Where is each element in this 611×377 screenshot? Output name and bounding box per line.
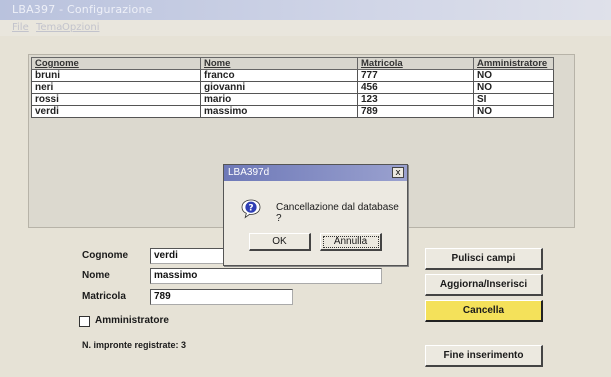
svg-text:?: ? bbox=[248, 203, 253, 213]
cell-amministratore[interactable]: NO bbox=[473, 69, 554, 82]
table-header-row: Cognome Nome Matricola Amministratore bbox=[31, 57, 554, 70]
window-title: LBA397 - Configurazione bbox=[12, 3, 153, 16]
aggiorna-inserisci-button[interactable]: Aggiorna/Inserisci bbox=[425, 274, 543, 296]
cell-cognome[interactable]: verdi bbox=[31, 105, 201, 118]
main-window: LBA397 - Configurazione File Tema Opzion… bbox=[0, 0, 611, 377]
column-header-cognome[interactable]: Cognome bbox=[31, 57, 201, 70]
question-icon: ? bbox=[241, 199, 261, 219]
amministratore-checkbox[interactable] bbox=[79, 316, 90, 327]
pulisci-campi-button[interactable]: Pulisci campi bbox=[425, 248, 543, 270]
confirm-dialog: LBA397d x ? Cancellazione dal database ?… bbox=[223, 164, 408, 266]
dialog-message: Cancellazione dal database ? bbox=[276, 202, 399, 224]
table-row[interactable]: neri giovanni 456 NO bbox=[31, 81, 554, 94]
column-header-matricola[interactable]: Matricola bbox=[357, 57, 474, 70]
column-header-nome[interactable]: Nome bbox=[200, 57, 358, 70]
dialog-title: LBA397d bbox=[228, 167, 270, 178]
menu-tema[interactable]: Tema bbox=[36, 22, 62, 33]
window-titlebar[interactable]: LBA397 - Configurazione bbox=[0, 0, 611, 20]
cell-matricola[interactable]: 789 bbox=[357, 105, 474, 118]
matricola-field[interactable]: 789 bbox=[150, 289, 293, 305]
cognome-field[interactable]: verdi bbox=[150, 248, 228, 264]
dialog-ok-button[interactable]: OK bbox=[249, 233, 311, 251]
table-row[interactable]: rossi mario 123 SI bbox=[31, 93, 554, 106]
fine-inserimento-button[interactable]: Fine inserimento bbox=[425, 345, 543, 367]
dialog-titlebar[interactable]: LBA397d x bbox=[224, 165, 407, 181]
cell-matricola[interactable]: 777 bbox=[357, 69, 474, 82]
cell-matricola[interactable]: 456 bbox=[357, 81, 474, 94]
table-row[interactable]: verdi massimo 789 NO bbox=[31, 105, 554, 118]
column-header-amministratore[interactable]: Amministratore bbox=[473, 57, 554, 70]
cell-amministratore[interactable]: NO bbox=[473, 81, 554, 94]
cell-nome[interactable]: giovanni bbox=[200, 81, 358, 94]
cell-nome[interactable]: mario bbox=[200, 93, 358, 106]
cell-cognome[interactable]: bruni bbox=[31, 69, 201, 82]
close-icon[interactable]: x bbox=[392, 167, 404, 178]
dialog-cancel-button[interactable]: Annulla bbox=[320, 233, 382, 251]
impronte-count: 3 bbox=[181, 340, 187, 350]
menu-bar: File Tema Opzioni bbox=[0, 20, 611, 36]
cognome-label: Cognome bbox=[82, 250, 129, 261]
menu-opzioni[interactable]: Opzioni bbox=[62, 22, 99, 33]
cell-amministratore[interactable]: SI bbox=[473, 93, 554, 106]
cell-nome[interactable]: massimo bbox=[200, 105, 358, 118]
users-table: Cognome Nome Matricola Amministratore br… bbox=[31, 57, 554, 118]
nome-label: Nome bbox=[82, 270, 110, 281]
cell-cognome[interactable]: rossi bbox=[31, 93, 201, 106]
menu-file[interactable]: File bbox=[12, 22, 29, 33]
cell-nome[interactable]: franco bbox=[200, 69, 358, 82]
matricola-label: Matricola bbox=[82, 291, 126, 302]
table-row[interactable]: bruni franco 777 NO bbox=[31, 69, 554, 82]
cell-matricola[interactable]: 123 bbox=[357, 93, 474, 106]
nome-field[interactable]: massimo bbox=[150, 268, 382, 284]
cancella-button[interactable]: Cancella bbox=[425, 300, 543, 322]
cell-cognome[interactable]: neri bbox=[31, 81, 201, 94]
impronte-label-text: N. impronte registrate: bbox=[82, 340, 179, 350]
impronte-label: N. impronte registrate: 3 bbox=[82, 340, 186, 350]
amministratore-label: Amministratore bbox=[95, 315, 169, 326]
cell-amministratore[interactable]: NO bbox=[473, 105, 554, 118]
